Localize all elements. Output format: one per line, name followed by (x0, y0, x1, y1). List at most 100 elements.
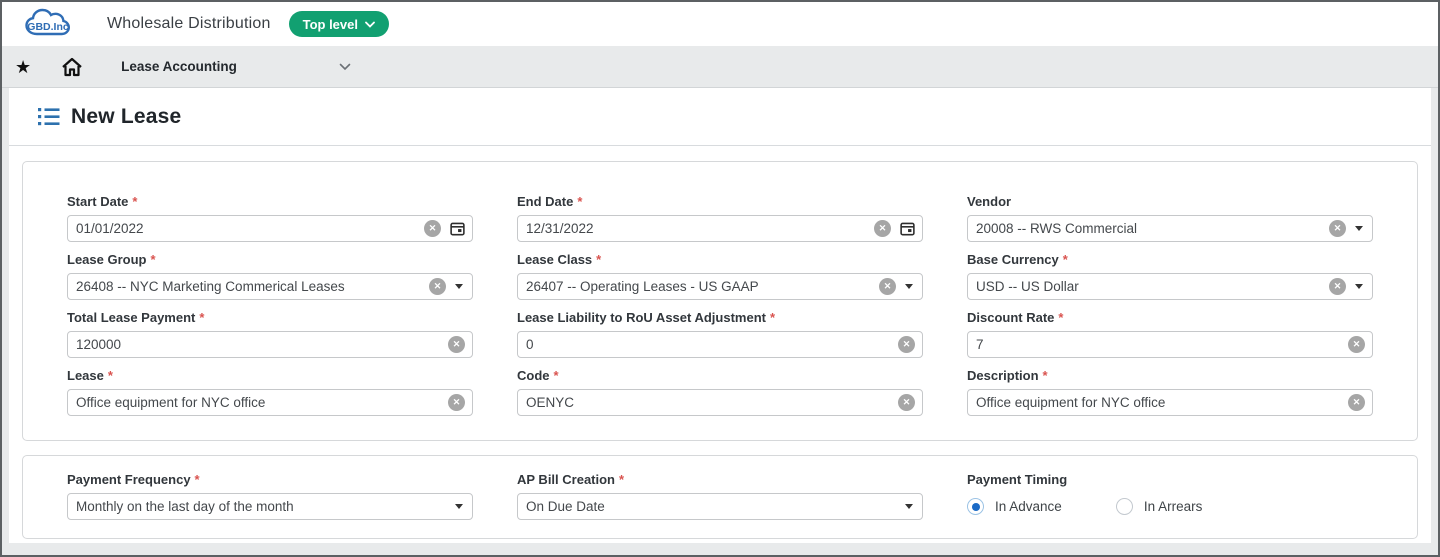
lease-class-input[interactable] (526, 279, 870, 294)
favorites-star-icon[interactable]: ★ (15, 58, 31, 76)
calendar-icon[interactable] (900, 221, 915, 236)
base-currency-inputbox: ✕ (967, 273, 1373, 300)
required-marker: * (199, 310, 205, 325)
lease-group-input[interactable] (76, 279, 420, 294)
logo-text: GBD.Inc (27, 21, 69, 33)
description-input[interactable] (976, 395, 1339, 410)
field-description: Description* ✕ (967, 368, 1373, 416)
clear-icon[interactable]: ✕ (448, 394, 465, 411)
top-header: GBD.Inc Wholesale Distribution Top level (2, 2, 1438, 46)
description-label: Description * (967, 368, 1048, 383)
radio-in-arrears[interactable]: In Arrears (1115, 498, 1203, 515)
clear-icon[interactable]: ✕ (898, 394, 915, 411)
required-marker: * (194, 472, 200, 487)
required-marker: * (619, 472, 625, 487)
lease-liability-rou-label: Lease Liability to RoU Asset Adjustment * (517, 310, 776, 325)
clear-icon[interactable]: ✕ (1348, 394, 1365, 411)
field-payment-frequency: Payment Frequency * (67, 472, 473, 520)
home-icon[interactable] (61, 57, 83, 77)
clear-icon[interactable]: ✕ (429, 278, 446, 295)
ap-bill-creation-value[interactable] (526, 499, 896, 514)
field-start-date: Start Date* ✕ (67, 194, 473, 242)
vendor-input[interactable] (976, 221, 1320, 236)
field-base-currency: Base Currency* ✕ (967, 252, 1373, 300)
clear-icon[interactable]: ✕ (448, 336, 465, 353)
payment-timing-radio-group: In Advance In Arrears (967, 493, 1373, 520)
lease-liability-rou-input[interactable] (526, 337, 889, 352)
discount-rate-label: Discount Rate * (967, 310, 1064, 325)
start-date-label: Start Date * (67, 194, 138, 209)
lease-class-label: Lease Class * (517, 252, 602, 267)
app-window: GBD.Inc Wholesale Distribution Top level… (0, 0, 1440, 557)
top-level-button[interactable]: Top level (288, 11, 389, 37)
lease-label: Lease * (67, 368, 113, 383)
end-date-input[interactable] (526, 221, 865, 236)
description-inputbox: ✕ (967, 389, 1373, 416)
dropdown-caret-icon[interactable] (905, 504, 913, 509)
required-marker: * (132, 194, 138, 209)
vendor-label: Vendor (967, 194, 1012, 209)
required-marker: * (1058, 310, 1064, 325)
clear-icon[interactable]: ✕ (424, 220, 441, 237)
field-lease: Lease* ✕ (67, 368, 473, 416)
required-marker: * (1062, 252, 1068, 267)
field-code: Code* ✕ (517, 368, 923, 416)
lease-class-inputbox: ✕ (517, 273, 923, 300)
module-chevron-down-icon[interactable] (339, 63, 351, 71)
lease-group-inputbox: ✕ (67, 273, 473, 300)
code-input[interactable] (526, 395, 889, 410)
payment-frequency-label: Payment Frequency * (67, 472, 200, 487)
dropdown-caret-icon[interactable] (1355, 226, 1363, 231)
payment-timing-label: Payment Timing (967, 472, 1068, 487)
dropdown-caret-icon[interactable] (455, 504, 463, 509)
list-icon (38, 107, 60, 126)
start-date-inputbox: ✕ (67, 215, 473, 242)
payment-frequency-value[interactable] (76, 499, 446, 514)
field-total-lease-payment: Total Lease Payment* ✕ (67, 310, 473, 358)
required-marker: * (1042, 368, 1048, 383)
radio-in-advance[interactable]: In Advance (967, 498, 1062, 515)
dropdown-caret-icon[interactable] (455, 284, 463, 289)
start-date-input[interactable] (76, 221, 415, 236)
required-marker: * (769, 310, 776, 325)
lease-input[interactable] (76, 395, 439, 410)
vendor-inputbox: ✕ (967, 215, 1373, 242)
clear-icon[interactable]: ✕ (1348, 336, 1365, 353)
radio-in-arrears-label: In Arrears (1143, 499, 1203, 514)
total-lease-payment-input[interactable] (76, 337, 439, 352)
field-lease-class: Lease Class* ✕ (517, 252, 923, 300)
end-date-label: End Date * (517, 194, 583, 209)
app-title: Wholesale Distribution (107, 15, 271, 32)
module-selector-label[interactable]: Lease Accounting (121, 59, 237, 74)
base-currency-label: Base Currency * (967, 252, 1068, 267)
dropdown-caret-icon[interactable] (905, 284, 913, 289)
discount-rate-input[interactable] (976, 337, 1339, 352)
field-discount-rate: Discount Rate* ✕ (967, 310, 1373, 358)
clear-icon[interactable]: ✕ (1329, 278, 1346, 295)
clear-icon[interactable]: ✕ (879, 278, 896, 295)
lease-inputbox: ✕ (67, 389, 473, 416)
field-lease-group: Lease Group* ✕ (67, 252, 473, 300)
discount-rate-inputbox: ✕ (967, 331, 1373, 358)
clear-icon[interactable]: ✕ (898, 336, 915, 353)
clear-icon[interactable]: ✕ (874, 220, 891, 237)
page-title: New Lease (71, 104, 182, 128)
nav-bar: ★ Lease Accounting (2, 46, 1438, 88)
ap-bill-creation-select[interactable] (517, 493, 923, 520)
payment-frequency-select[interactable] (67, 493, 473, 520)
calendar-icon[interactable] (450, 221, 465, 236)
total-lease-payment-label: Total Lease Payment * (67, 310, 205, 325)
clear-icon[interactable]: ✕ (1329, 220, 1346, 237)
dropdown-caret-icon[interactable] (1355, 284, 1363, 289)
main-area: New Lease Start Date* ✕ (2, 88, 1438, 555)
lease-liability-rou-inputbox: ✕ (517, 331, 923, 358)
radio-selected-icon[interactable] (967, 498, 984, 515)
field-end-date: End Date* ✕ (517, 194, 923, 242)
base-currency-input[interactable] (976, 279, 1320, 294)
required-marker: * (596, 252, 602, 267)
required-marker: * (577, 194, 583, 209)
required-marker: * (107, 368, 113, 383)
lease-details-panel: Start Date* ✕ End Date* (22, 161, 1418, 441)
code-label: Code * (517, 368, 559, 383)
radio-unselected-icon[interactable] (1115, 498, 1133, 515)
